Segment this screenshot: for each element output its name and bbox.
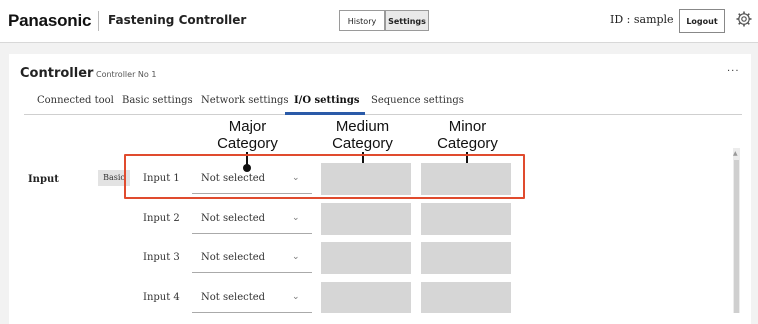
minor-category-label: Minor Category [437,118,498,152]
brand-logo: Panasonic [8,11,92,30]
gear-icon[interactable] [736,11,752,27]
medium-category-label: Medium Category [332,118,393,152]
more-options-icon[interactable]: ··· [727,66,740,77]
input-2-major-select[interactable]: Not selected ⌄ [192,204,312,234]
tab-sequence-settings[interactable]: Sequence settings [371,95,464,106]
scrollbar-thumb[interactable] [734,160,739,313]
scroll-up-icon[interactable]: ▲ [733,150,738,157]
top-header: Panasonic Fastening Controller History S… [0,0,758,43]
app-title: Fastening Controller [108,13,247,27]
tab-io-settings[interactable]: I/O settings [294,95,359,106]
input-3-minor-field[interactable] [421,242,511,274]
input-4-major-select[interactable]: Not selected ⌄ [192,283,312,313]
chevron-down-icon: ⌄ [292,252,300,262]
chevron-down-icon: ⌄ [292,213,300,223]
select-value: Not selected [201,213,266,224]
header-divider [98,11,99,31]
select-value: Not selected [201,292,266,303]
input-3-medium-field[interactable] [321,242,411,274]
tab-basic-settings[interactable]: Basic settings [122,95,193,106]
input-4-minor-field[interactable] [421,282,511,313]
input-2-minor-field[interactable] [421,203,511,235]
tab-network-settings[interactable]: Network settings [201,95,289,106]
tab-connected-tool[interactable]: Connected tool [37,95,114,106]
active-tab-indicator [285,112,365,115]
settings-button[interactable]: Settings [385,10,429,31]
controller-subtitle: Controller No 1 [96,70,157,79]
input-3-label: Input 3 [143,252,180,263]
controller-title: Controller [20,66,94,81]
input-4-medium-field[interactable] [321,282,411,313]
chevron-down-icon: ⌄ [292,292,300,302]
tab-divider [24,114,742,115]
history-button[interactable]: History [339,10,385,31]
input-1-highlight-box [124,154,525,199]
logout-button[interactable]: Logout [679,9,725,33]
major-category-label: Major Category [217,118,278,152]
select-value: Not selected [201,252,266,263]
input-3-major-select[interactable]: Not selected ⌄ [192,243,312,273]
user-id: ID : sample [610,13,674,26]
input-2-label: Input 2 [143,213,180,224]
input-2-medium-field[interactable] [321,203,411,235]
input-section-label: Input [28,174,59,185]
input-4-label: Input 4 [143,292,180,303]
